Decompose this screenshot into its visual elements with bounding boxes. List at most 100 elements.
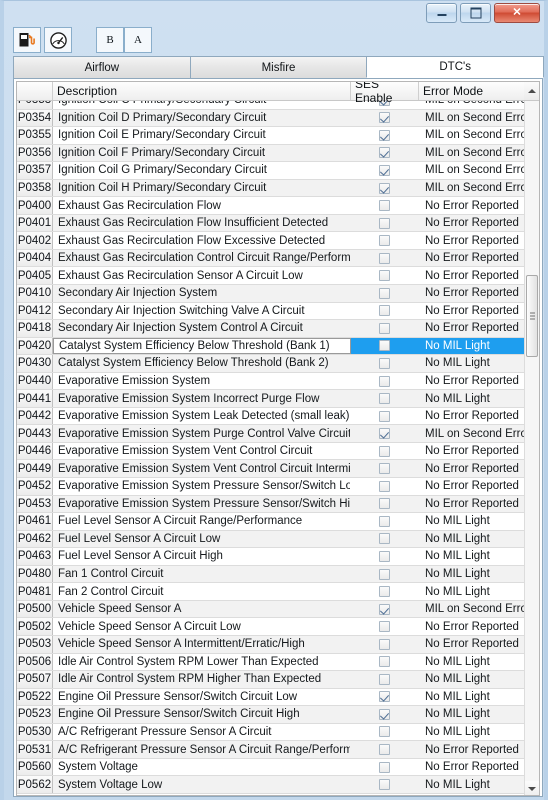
table-row[interactable]: P0462 Fuel Level Sensor A Circuit Low No M… [17, 530, 524, 549]
table-row[interactable]: P0463 Fuel Level Sensor A Circuit High No … [17, 548, 524, 566]
cell-ses-enable[interactable] [351, 548, 419, 565]
table-row[interactable]: P0356 Ignition Coil F Primary/Secondary C… [17, 144, 524, 163]
cell-description[interactable]: Fuel Level Sensor A Circuit Range/Perfor… [53, 513, 351, 530]
cell-error-mode[interactable]: No MIL Light [419, 706, 524, 723]
cell-error-mode[interactable]: MIL on Second Error [419, 180, 524, 197]
cell-ses-enable[interactable] [351, 303, 419, 320]
cell-error-mode[interactable]: No MIL Light [419, 390, 524, 407]
ses-enable-checkbox[interactable] [379, 586, 390, 598]
ses-enable-checkbox[interactable] [379, 410, 390, 422]
cell-error-mode[interactable]: No Error Reported [419, 478, 524, 495]
ses-enable-checkbox[interactable] [379, 235, 390, 247]
table-row[interactable]: P0412 Secondary Air Injection Switching V… [17, 302, 524, 321]
cell-description[interactable]: Exhaust Gas Recirculation Sensor A Circu… [53, 267, 351, 284]
cell-code[interactable]: P0412 [17, 302, 53, 320]
cell-error-mode[interactable]: No MIL Light [419, 689, 524, 706]
cell-description[interactable]: Idle Air Control System RPM Lower Than E… [53, 654, 351, 671]
cell-code[interactable]: P0356 [17, 144, 53, 162]
cell-description[interactable]: Engine Oil Pressure Sensor/Switch Circui… [53, 706, 351, 723]
cell-description[interactable]: Ignition Coil D Primary/Secondary Circui… [53, 110, 351, 127]
table-row[interactable]: P0461 Fuel Level Sensor A Circuit Range/P… [17, 513, 524, 531]
cell-ses-enable[interactable] [351, 232, 419, 249]
ses-enable-checkbox[interactable] [379, 287, 390, 299]
cell-description[interactable]: Fuel Level Sensor A Circuit Low [53, 531, 351, 548]
table-row[interactable]: P0500 Vehicle Speed Sensor A MIL on Second… [17, 600, 524, 619]
cell-code[interactable]: P0442 [17, 407, 53, 425]
bank-a-button[interactable]: A [124, 27, 152, 53]
table-row[interactable]: P0405 Exhaust Gas Recirculation Sensor A … [17, 267, 524, 286]
ses-enable-checkbox[interactable] [379, 393, 390, 405]
cell-description[interactable]: Exhaust Gas Recirculation Flow Excessive… [53, 232, 351, 249]
cell-error-mode[interactable]: No Error Reported [419, 618, 524, 635]
cell-description[interactable]: Evaporative Emission System Pressure Sen… [53, 478, 351, 495]
cell-code[interactable]: P0353 [17, 101, 53, 109]
cell-error-mode[interactable]: No MIL Light [419, 355, 524, 372]
gauge-icon-button[interactable] [44, 27, 72, 53]
cell-code[interactable]: P0354 [17, 109, 53, 127]
cell-code[interactable]: P0500 [17, 600, 53, 618]
cell-description[interactable]: A/C Refrigerant Pressure Sensor A Circui… [53, 724, 351, 741]
cell-code[interactable]: P0443 [17, 425, 53, 442]
table-row[interactable]: P0354 Ignition Coil D Primary/Secondary C… [17, 109, 524, 128]
cell-ses-enable[interactable] [351, 373, 419, 390]
table-row[interactable]: P0442 Evaporative Emission System Leak De… [17, 407, 524, 426]
cell-ses-enable[interactable] [351, 355, 419, 372]
cell-code[interactable]: P0507 [17, 671, 53, 688]
cell-error-mode[interactable]: No Error Reported [419, 232, 524, 249]
scrollbar-thumb[interactable] [526, 275, 538, 357]
ses-enable-checkbox[interactable] [379, 357, 390, 369]
cell-error-mode[interactable]: MIL on Second Error [419, 101, 524, 109]
cell-error-mode[interactable]: MIL on Second Error [419, 601, 524, 618]
cell-description[interactable]: System Voltage [53, 759, 351, 776]
table-row[interactable]: P0503 Vehicle Speed Sensor A Intermittent… [17, 635, 524, 654]
cell-code[interactable]: P0405 [17, 267, 53, 285]
ses-enable-checkbox[interactable] [379, 744, 390, 755]
cell-ses-enable[interactable] [351, 583, 419, 600]
ses-enable-checkbox[interactable] [379, 182, 390, 194]
ses-enable-checkbox[interactable] [379, 779, 390, 791]
table-row[interactable]: P0443 Evaporative Emission System Purge C… [17, 425, 524, 443]
cell-code[interactable]: P0420 [17, 337, 53, 355]
ses-enable-checkbox[interactable] [379, 129, 390, 141]
cell-description[interactable]: Evaporative Emission System Vent Control… [53, 443, 351, 460]
cell-ses-enable[interactable] [351, 408, 419, 425]
scroll-up-arrow-header[interactable] [524, 82, 539, 100]
vertical-scrollbar[interactable] [524, 101, 539, 795]
cell-ses-enable[interactable] [351, 513, 419, 530]
cell-code[interactable]: P0562 [17, 776, 53, 793]
cell-description[interactable]: Idle Air Control System RPM Higher Than … [53, 671, 351, 688]
cell-ses-enable[interactable] [351, 724, 419, 741]
cell-description[interactable]: Secondary Air Injection Switching Valve … [53, 303, 351, 320]
cell-description[interactable]: Ignition Coil G Primary/Secondary Circui… [53, 162, 351, 179]
cell-ses-enable[interactable] [351, 145, 419, 162]
cell-code[interactable]: P0440 [17, 372, 53, 390]
ses-enable-checkbox[interactable] [379, 638, 390, 650]
cell-error-mode[interactable]: No Error Reported [419, 373, 524, 390]
cell-code[interactable]: P0503 [17, 635, 53, 653]
cell-ses-enable[interactable] [351, 654, 419, 671]
ses-enable-checkbox[interactable] [379, 340, 390, 352]
cell-error-mode[interactable]: No Error Reported [419, 215, 524, 232]
ses-enable-checkbox[interactable] [379, 252, 390, 264]
column-header-error-mode[interactable]: Error Mode [419, 82, 524, 100]
ses-enable-checkbox[interactable] [379, 428, 390, 440]
table-row[interactable]: P0560 System Voltage No Error Reported [17, 758, 524, 777]
cell-code[interactable]: P0502 [17, 618, 53, 635]
table-row[interactable]: P0355 Ignition Coil E Primary/Secondary C… [17, 127, 524, 145]
cell-code[interactable]: P0522 [17, 688, 53, 706]
column-header-ses-enable[interactable]: SES Enable [351, 82, 419, 105]
column-header-description[interactable]: Description [53, 82, 351, 100]
cell-description[interactable]: Secondary Air Injection System Control A… [53, 320, 351, 337]
table-row[interactable]: P0453 Evaporative Emission System Pressur… [17, 495, 524, 514]
cell-code[interactable]: P0463 [17, 548, 53, 565]
cell-error-mode[interactable]: No MIL Light [419, 513, 524, 530]
table-row[interactable]: P0418 Secondary Air Injection System Cont… [17, 320, 524, 338]
minimize-button[interactable] [426, 3, 457, 23]
cell-description[interactable]: Fan 1 Control Circuit [53, 566, 351, 583]
cell-ses-enable[interactable] [351, 337, 419, 355]
ses-enable-checkbox[interactable] [379, 217, 390, 229]
cell-code[interactable]: P0481 [17, 583, 53, 600]
cell-description[interactable]: Ignition Coil E Primary/Secondary Circui… [53, 127, 351, 144]
ses-enable-checkbox[interactable] [379, 305, 390, 317]
ses-enable-checkbox[interactable] [379, 761, 390, 773]
